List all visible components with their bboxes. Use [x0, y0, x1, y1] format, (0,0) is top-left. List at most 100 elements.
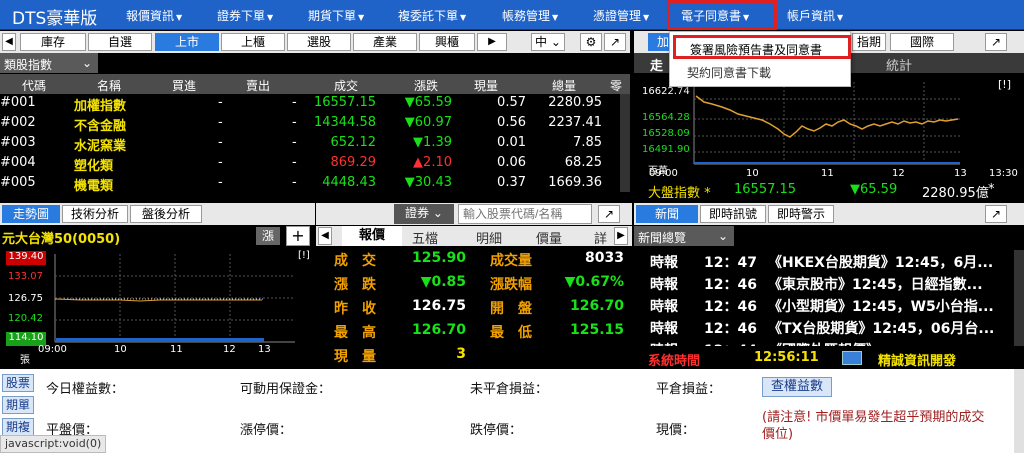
quote-row[interactable]: #005 機電類 - -4448.43 ▼30.43 0.37 1669.36 [0, 175, 612, 192]
expand-icon[interactable]: ↗ [598, 205, 620, 223]
mid-select[interactable]: 中 ⌄ [531, 33, 565, 51]
add-icon[interactable]: + [286, 226, 310, 246]
market-select[interactable]: 證券 ⌄ [394, 204, 454, 224]
quote-cell-code: #003 [0, 135, 36, 150]
prev-quote-tab[interactable]: ◀ [318, 227, 332, 245]
next-tab-button[interactable]: ▶ [477, 33, 507, 51]
menu-e-consent[interactable]: 電子同意書 ▼ [667, 0, 777, 30]
tab-five-level[interactable]: 五檔 [412, 228, 438, 247]
tab-watchlist[interactable]: 自選 [88, 33, 152, 51]
expand-icon[interactable]: ↗ [604, 33, 626, 51]
quote-table-header: 代碼 名稱 買進 賣出 成交 漲跌 現量 總量 零 [0, 74, 630, 94]
tab-more[interactable]: 詳 [594, 228, 607, 247]
tab-detail[interactable]: 明細 [476, 228, 502, 247]
category-select[interactable]: 類股指數 ⌄ [0, 53, 98, 73]
index-chart-svg [693, 82, 960, 165]
col-vol[interactable]: 現量 [474, 77, 498, 94]
prev-tab-button[interactable]: ◀ [2, 33, 16, 51]
tab-stats[interactable]: 統計 [886, 55, 912, 74]
stock-search-input[interactable] [458, 204, 592, 224]
summary-price: 16557.15 [734, 182, 797, 197]
tab-price-volume[interactable]: 價量 [536, 228, 562, 247]
tab-screener[interactable]: 選股 [287, 33, 351, 51]
quote-cell-total: 7.85 [573, 135, 602, 150]
col-bid[interactable]: 買進 [172, 77, 196, 94]
news-item[interactable]: 時報 12：46 《小型期貨》12:45，W5小台指... [634, 294, 1014, 316]
menu-account-mgmt[interactable]: 帳務管理 ▼ [502, 7, 558, 24]
quote-scrollbar[interactable] [620, 94, 630, 192]
quote-detail-l1: 成 交 [334, 253, 376, 269]
tab-emerging[interactable]: 興櫃 [419, 33, 475, 51]
side-button-stock[interactable]: 股票 [2, 374, 34, 392]
col-price[interactable]: 成交 [334, 77, 358, 94]
stock-tick-x-1: 10 [114, 344, 127, 355]
expand-icon[interactable]: ↗ [985, 33, 1007, 51]
col-code[interactable]: 代碼 [22, 77, 46, 94]
col-change[interactable]: 漲跌 [414, 77, 438, 94]
label-today-equity: 今日權益數： [46, 382, 125, 397]
col-odd[interactable]: 零 [610, 77, 622, 94]
tick-y-2: 16564.28 [642, 112, 690, 123]
expand-icon[interactable]: ↗ [985, 205, 1007, 223]
e-consent-dropdown: 簽署風險預告書及同意書 契約同意書下載 [669, 31, 851, 87]
chart-bracket: [!] [998, 78, 1011, 91]
gear-icon[interactable]: ⚙ [580, 33, 602, 51]
news-src: 時報 [650, 321, 678, 337]
side-button-futures[interactable]: 期單 [2, 396, 34, 414]
quote-cell-change: ▼1.39 [413, 135, 452, 150]
quote-row[interactable]: #003 水泥窯業 - -652.12 ▼1.39 0.01 7.85 [0, 135, 612, 155]
query-equity-button[interactable]: 查權益數 [762, 377, 832, 397]
tab-trend-chart[interactable]: 走勢圖 [2, 205, 60, 223]
news-scrollbar[interactable] [1014, 250, 1024, 346]
limit-button[interactable]: 漲 [256, 227, 280, 245]
stock-chart-bracket: [!] [298, 250, 310, 261]
market-order-warning: (請注意! 市價單易發生超乎預期的成交價位) [762, 410, 985, 442]
tab-news[interactable]: 新聞 [636, 205, 698, 223]
tick-y-s2: 133.07 [8, 271, 43, 282]
menu-account-info[interactable]: 帳戶資訊 ▼ [787, 7, 843, 24]
news-item[interactable]: 時報 12：44《國際外匯報價》... [634, 338, 1014, 346]
tab-quote[interactable]: 報價 [342, 226, 402, 246]
news-item[interactable]: 時報 12：46 《東京股市》12:45，日經指數... [634, 272, 1014, 294]
tab-signals[interactable]: 即時訊號 [700, 205, 766, 223]
left-tab-bar: ◀ 庫存 自選 上市 上櫃 選股 產業 興櫃 ▶ 中 ⌄ ⚙ ↗ [0, 31, 630, 53]
news-item[interactable]: 時報 12：47 《HKEX台股期貨》12:45，6月... [634, 250, 1014, 272]
quote-detail-v1: ▼0.85 [420, 274, 466, 290]
quote-detail-v2: 8033 [585, 250, 624, 266]
side-button-compound[interactable]: 期複 [2, 418, 34, 436]
next-quote-tab[interactable]: ▶ [614, 227, 628, 245]
menu-futures-order[interactable]: 期貨下單 ▼ [308, 7, 364, 24]
quote-row[interactable]: #002 不含金融 - -14344.58 ▼60.97 0.56 2237.41 [0, 115, 612, 135]
quote-row[interactable]: #001 加權指數 - -16557.15 ▼65.59 0.57 2280.95 [0, 95, 612, 115]
tab-otc[interactable]: 上櫃 [221, 33, 285, 51]
tab-industry[interactable]: 產業 [353, 33, 417, 51]
news-select[interactable]: 新聞總覽 ⌄ [634, 226, 734, 246]
tab-listed[interactable]: 上市 [155, 33, 219, 51]
status-bar: javascript:void(0) [0, 435, 107, 453]
tab-futures-index[interactable]: 指期 [852, 33, 886, 51]
quote-row[interactable]: #004 塑化類 - -869.29 ▲2.10 0.06 68.25 [0, 155, 612, 175]
quote-cell-name: 加權指數 [74, 99, 127, 114]
menu-sub-brokerage[interactable]: 複委託下單 ▼ [398, 7, 466, 24]
col-total[interactable]: 總量 [552, 77, 576, 94]
quote-detail-l1: 昨 收 [334, 301, 376, 317]
col-ask[interactable]: 賣出 [246, 77, 270, 94]
tab-after-hours[interactable]: 盤後分析 [130, 205, 202, 223]
news-item[interactable]: 時報 12：46 《TX台股期貨》12:45，06月台... [634, 316, 1014, 338]
tab-technical[interactable]: 技術分析 [62, 205, 128, 223]
tab-trend[interactable]: 走 [650, 55, 663, 74]
dropdown-download-consent[interactable]: 契約同意書下載 [687, 64, 771, 81]
quote-cell-vol: 0.06 [497, 155, 526, 170]
menu-cert-mgmt[interactable]: 憑證管理 ▼ [593, 7, 649, 24]
dropdown-sign-risk-disclosure[interactable]: 簽署風險預告書及同意書 [673, 35, 851, 59]
tab-alerts[interactable]: 即時警示 [768, 205, 834, 223]
page-scrollbar[interactable] [1014, 369, 1024, 453]
menu-quote-info[interactable]: 報價資訊 ▼ [126, 7, 182, 24]
tab-inventory[interactable]: 庫存 [20, 33, 86, 51]
col-name[interactable]: 名稱 [97, 77, 121, 94]
quote-cell-total: 68.25 [564, 155, 602, 170]
menu-stock-order[interactable]: 證券下單 ▼ [217, 7, 273, 24]
quote-cell-code: #004 [0, 155, 36, 170]
tab-international[interactable]: 國際 [890, 33, 954, 51]
quote-detail-l2: 最 低 [490, 325, 532, 341]
